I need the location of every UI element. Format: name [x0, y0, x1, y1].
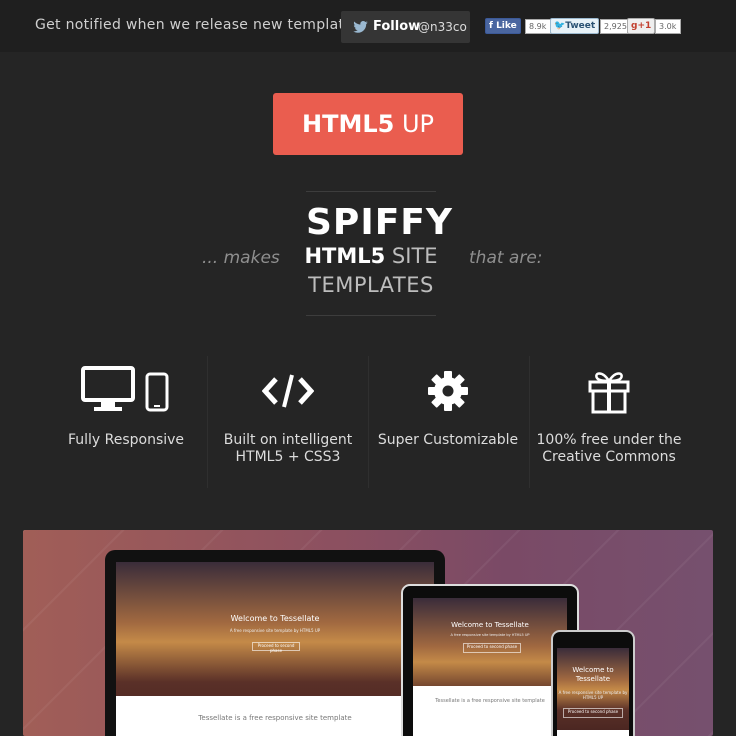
feature-free: 100% free under the Creative Commons: [529, 360, 689, 490]
tablet-welcome: Welcome to Tessellate: [451, 621, 529, 629]
tablet-proceed-button: Proceed to second phase: [463, 643, 521, 653]
tweet-label: Tweet: [565, 21, 596, 31]
feature-html5: Built on intelligent HTML5 + CSS3: [208, 360, 368, 490]
facebook-like-button[interactable]: f Like: [485, 18, 521, 34]
twitter-small-icon: 🐦: [554, 21, 566, 31]
tablet-footer-text: Tessellate is a free responsive site tem…: [435, 698, 545, 704]
code-icon: [208, 360, 368, 422]
tablet-content-area: [413, 686, 567, 736]
tagline-top-divider: [306, 191, 436, 192]
follow-label: Follow: [373, 19, 421, 34]
feature-customizable: Super Customizable: [368, 360, 528, 490]
feature-responsive: Fully Responsive: [46, 360, 206, 490]
tagline-bottom-divider: [306, 315, 436, 316]
tagline-lead: ... makes: [202, 248, 280, 268]
feature-free-text: 100% free under the Creative Commons: [536, 432, 682, 465]
top-bar: Get notified when we release new templat…: [0, 0, 736, 52]
tweet-count: 2,925: [600, 19, 628, 34]
like-count: 8.9k: [525, 19, 551, 34]
gift-icon: [529, 360, 689, 422]
tablet-subtitle: A free responsive site template by HTML5…: [450, 633, 530, 637]
phone-subtitle: A free responsive site template by HTML5…: [558, 690, 628, 700]
phone-proceed-button: Proceed to second phase: [563, 708, 623, 718]
follow-handle: @n33co: [418, 20, 467, 34]
feature-customizable-text: Super Customizable: [377, 432, 519, 448]
logo-light: UP: [394, 110, 434, 138]
tablet-screen: Welcome to Tessellate A free responsive …: [413, 598, 567, 736]
gear-icon: [368, 360, 528, 422]
phone-mockup: Welcome to Tessellate A free responsive …: [551, 630, 635, 736]
feature-html5-text: Built on intelligent HTML5 + CSS3: [223, 432, 353, 465]
devices-icon: [46, 360, 206, 422]
twitter-follow-button[interactable]: Follow @n33co: [341, 11, 470, 43]
laptop-subtitle: A free responsive site template by HTML5…: [229, 628, 321, 633]
tagline-line2-rest: SITE: [385, 244, 438, 268]
html5up-logo[interactable]: HTML5 UP: [273, 93, 463, 155]
laptop-welcome: Welcome to Tessellate: [230, 614, 320, 623]
phone-screen: Welcome to Tessellate A free responsive …: [557, 648, 629, 736]
laptop-footer-text: Tessellate is a free responsive site tem…: [198, 714, 352, 722]
plusone-count: 3.0k: [655, 19, 681, 34]
template-preview[interactable]: Welcome to Tessellate A free responsive …: [23, 530, 713, 736]
tagline-tail: that are:: [469, 248, 543, 268]
like-label: Like: [496, 21, 517, 31]
notify-text: Get notified when we release new templat…: [35, 17, 367, 33]
tagline-title: SPIFFY: [306, 202, 453, 243]
tagline-line2-bold: HTML5: [304, 244, 386, 268]
laptop-mockup: Welcome to Tessellate A free responsive …: [105, 550, 445, 736]
laptop-proceed-button: Proceed to second phase: [252, 642, 300, 653]
tagline-line2: HTML5 SITE: [296, 244, 446, 268]
tagline-line3: TEMPLATES: [308, 273, 434, 297]
feature-responsive-text: Fully Responsive: [67, 432, 185, 448]
google-plus-button[interactable]: g+1: [627, 18, 656, 34]
laptop-screen: Welcome to Tessellate A free responsive …: [116, 562, 434, 736]
tweet-button[interactable]: 🐦Tweet: [550, 18, 600, 34]
plusone-label: +1: [637, 21, 652, 31]
phone-content-area: [557, 730, 629, 736]
logo-bold: HTML5: [301, 110, 395, 138]
facebook-icon: f: [489, 21, 493, 31]
phone-welcome: Welcome to Tessellate: [572, 666, 614, 683]
twitter-bird-icon: [353, 21, 368, 33]
